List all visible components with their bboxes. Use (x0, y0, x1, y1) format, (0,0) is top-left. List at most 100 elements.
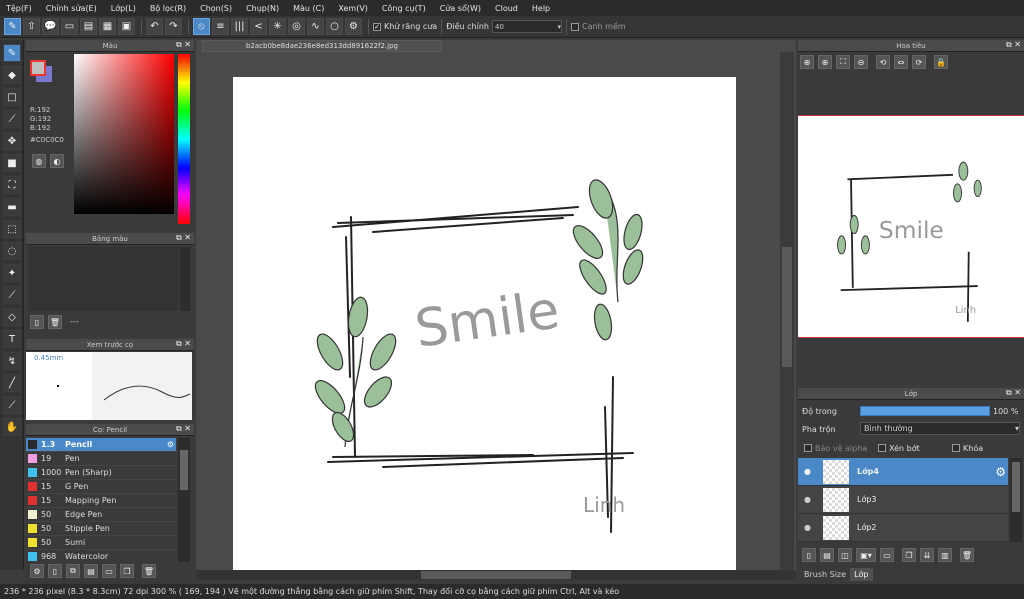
visibility-icon[interactable]: ● (804, 467, 811, 476)
lock-icon[interactable]: 🔒 (934, 55, 948, 69)
lasso-icon[interactable]: ◌ (3, 242, 21, 260)
gradient-tool-icon[interactable]: ▬ (3, 198, 21, 216)
menu-item-3[interactable]: Bộ lọc(R) (150, 4, 186, 13)
trash-icon[interactable]: 🗑 (960, 548, 974, 562)
fit-icon[interactable]: ⛶ (836, 55, 850, 69)
undo-icon[interactable]: ↶ (146, 18, 163, 35)
tab-layer[interactable]: Lớp (850, 568, 873, 581)
drawing-canvas[interactable]: Smile Linh (233, 77, 736, 570)
text-tool-icon[interactable]: T (3, 330, 21, 348)
new-brush-icon[interactable]: ▯ (48, 564, 62, 578)
menu-item-8[interactable]: Công cụ(T) (382, 4, 426, 13)
close-icon[interactable]: ⧉ ✕ (1006, 40, 1021, 50)
folder-icon[interactable]: ▭ (880, 548, 894, 562)
speech-bubble-icon[interactable]: 💬 (42, 18, 59, 35)
saturation-value-picker[interactable] (74, 54, 174, 214)
brush-settings-icon[interactable]: ⚙ (30, 564, 44, 578)
rotate-left-icon[interactable]: ⟲ (876, 55, 890, 69)
brush-tool-icon[interactable]: ⟋ (3, 110, 21, 128)
clip-layer-icon[interactable]: ▥ (938, 548, 952, 562)
page-icon[interactable]: ▤ (80, 18, 97, 35)
adjust-select[interactable]: 40 ▾ (491, 20, 562, 33)
merge-layer-icon[interactable]: ⇊ (920, 548, 934, 562)
circle-icon[interactable]: ○ (326, 18, 343, 35)
protect-alpha-checkbox[interactable] (804, 444, 812, 452)
zoom-in-icon[interactable]: ⊕ (800, 55, 814, 69)
comment-icon[interactable]: ▭ (61, 18, 78, 35)
menu-item-2[interactable]: Lớp(L) (111, 4, 136, 13)
menu-item-0[interactable]: Tệp(F) (6, 4, 32, 13)
brush-item-watercolor[interactable]: 968 Watercolor (26, 550, 176, 562)
trash-icon[interactable]: 🗑 (142, 564, 156, 578)
antialias-option[interactable]: ✓ Khử răng cưa (373, 22, 437, 31)
brush-item-edge-pen[interactable]: 50 Edge Pen (26, 508, 176, 522)
vertical-scrollbar[interactable] (780, 52, 794, 570)
menu-item-11[interactable]: Help (532, 4, 550, 13)
pencil-mode-icon[interactable]: ✎ (4, 18, 21, 35)
close-icon[interactable]: ⧉ ✕ (176, 424, 191, 434)
copy-brush-icon[interactable]: ⧉ (66, 564, 80, 578)
close-icon[interactable]: ⧉ ✕ (176, 339, 191, 349)
redo-icon[interactable]: ↷ (165, 18, 182, 35)
menu-item-1[interactable]: Chỉnh sửa(E) (46, 4, 97, 13)
duplicate-icon[interactable]: ❐ (120, 564, 134, 578)
close-icon[interactable]: ⧉ ✕ (176, 40, 191, 50)
menu-item-9[interactable]: Cửa sổ(W) (440, 4, 481, 13)
ruler-parallel-icon[interactable]: ≡ (212, 18, 229, 35)
soft-edge-checkbox[interactable] (570, 22, 579, 31)
curve-icon[interactable]: ∿ (307, 18, 324, 35)
brush-item-sumi[interactable]: 50 Sumi (26, 536, 176, 550)
protect-alpha-option[interactable]: Bảo vệ alpha (804, 444, 867, 453)
pen-tool-icon[interactable]: ✎ (3, 44, 21, 62)
blend-mode-select[interactable]: Bình thường ▾ (860, 422, 1020, 435)
hue-slider[interactable] (178, 54, 190, 224)
zoom-in-icon[interactable]: ⊕ (818, 55, 832, 69)
concentric-icon[interactable]: ◎ (288, 18, 305, 35)
layer-row-4[interactable]: ● Lớp4 ⚙ (798, 458, 1008, 486)
soft-edge-option[interactable]: Cạnh mềm (570, 22, 626, 31)
rectangle-tool-icon[interactable]: □ (3, 88, 21, 106)
bucket-tool-icon[interactable]: ⛶ (3, 176, 21, 194)
fill-shape-icon[interactable]: ■ (3, 154, 21, 172)
radial-icon[interactable]: ✳ (269, 18, 286, 35)
color-mix-icon[interactable]: ◐ (50, 154, 64, 168)
visibility-icon[interactable]: ● (804, 495, 811, 504)
zoom-out-icon[interactable]: ⊖ (854, 55, 868, 69)
gear-icon[interactable]: ⚙ (167, 440, 174, 449)
palette-scrollbar[interactable] (180, 247, 190, 311)
divide-tool-icon[interactable]: ╱ (3, 374, 21, 392)
lock-option[interactable]: Khóa (952, 444, 983, 453)
layout-icon[interactable]: ▣ (118, 18, 135, 35)
clipping-option[interactable]: Xén bớt (878, 444, 920, 453)
menu-item-10[interactable]: Cloud (495, 4, 518, 13)
select-eraser-icon[interactable]: ◇ (3, 308, 21, 326)
new-fill-layer-icon[interactable]: ▣▾ (856, 548, 876, 562)
new-palette-icon[interactable]: ▯ (30, 315, 44, 329)
ruler-lines-icon[interactable]: ||| (231, 18, 248, 35)
brush-item-mapping-pen[interactable]: 15 Mapping Pen (26, 494, 176, 508)
brush-item-pen-sharp[interactable]: 1000 Pen (Sharp) (26, 466, 176, 480)
antialias-checkbox[interactable]: ✓ (373, 22, 381, 31)
trash-icon[interactable]: 🗑 (48, 315, 62, 329)
opacity-slider[interactable] (860, 406, 990, 416)
brush-item-pencil[interactable]: 1.3 Pencil ⚙ (26, 438, 176, 452)
prohibit-icon[interactable]: ⦸ (193, 18, 210, 35)
rotate-right-icon[interactable]: ⟳ (912, 55, 926, 69)
new-raster-layer-icon[interactable]: ▤ (820, 548, 834, 562)
foreground-color-swatch[interactable] (30, 60, 46, 76)
visibility-icon[interactable]: ● (804, 523, 811, 532)
folder-icon[interactable]: ▭ (102, 564, 116, 578)
layer-row-3[interactable]: ● Lớp3 (798, 486, 1008, 514)
gear-icon[interactable]: ⚙ (995, 465, 1006, 479)
duplicate-layer-icon[interactable]: ❐ (902, 548, 916, 562)
palette-icon[interactable]: ◍ (32, 154, 46, 168)
hand-tool-icon[interactable]: ✋ (3, 418, 21, 436)
move-tool-icon[interactable]: ✥ (3, 132, 21, 150)
brush-item-g-pen[interactable]: 15 G Pen (26, 480, 176, 494)
menu-item-4[interactable]: Chọn(S) (200, 4, 232, 13)
lock-checkbox[interactable] (952, 444, 960, 452)
menu-item-5[interactable]: Chụp(N) (246, 4, 279, 13)
tab-brush-size[interactable]: Brush Size (800, 568, 850, 581)
clipping-checkbox[interactable] (878, 444, 886, 452)
menu-item-6[interactable]: Màu (C) (293, 4, 324, 13)
